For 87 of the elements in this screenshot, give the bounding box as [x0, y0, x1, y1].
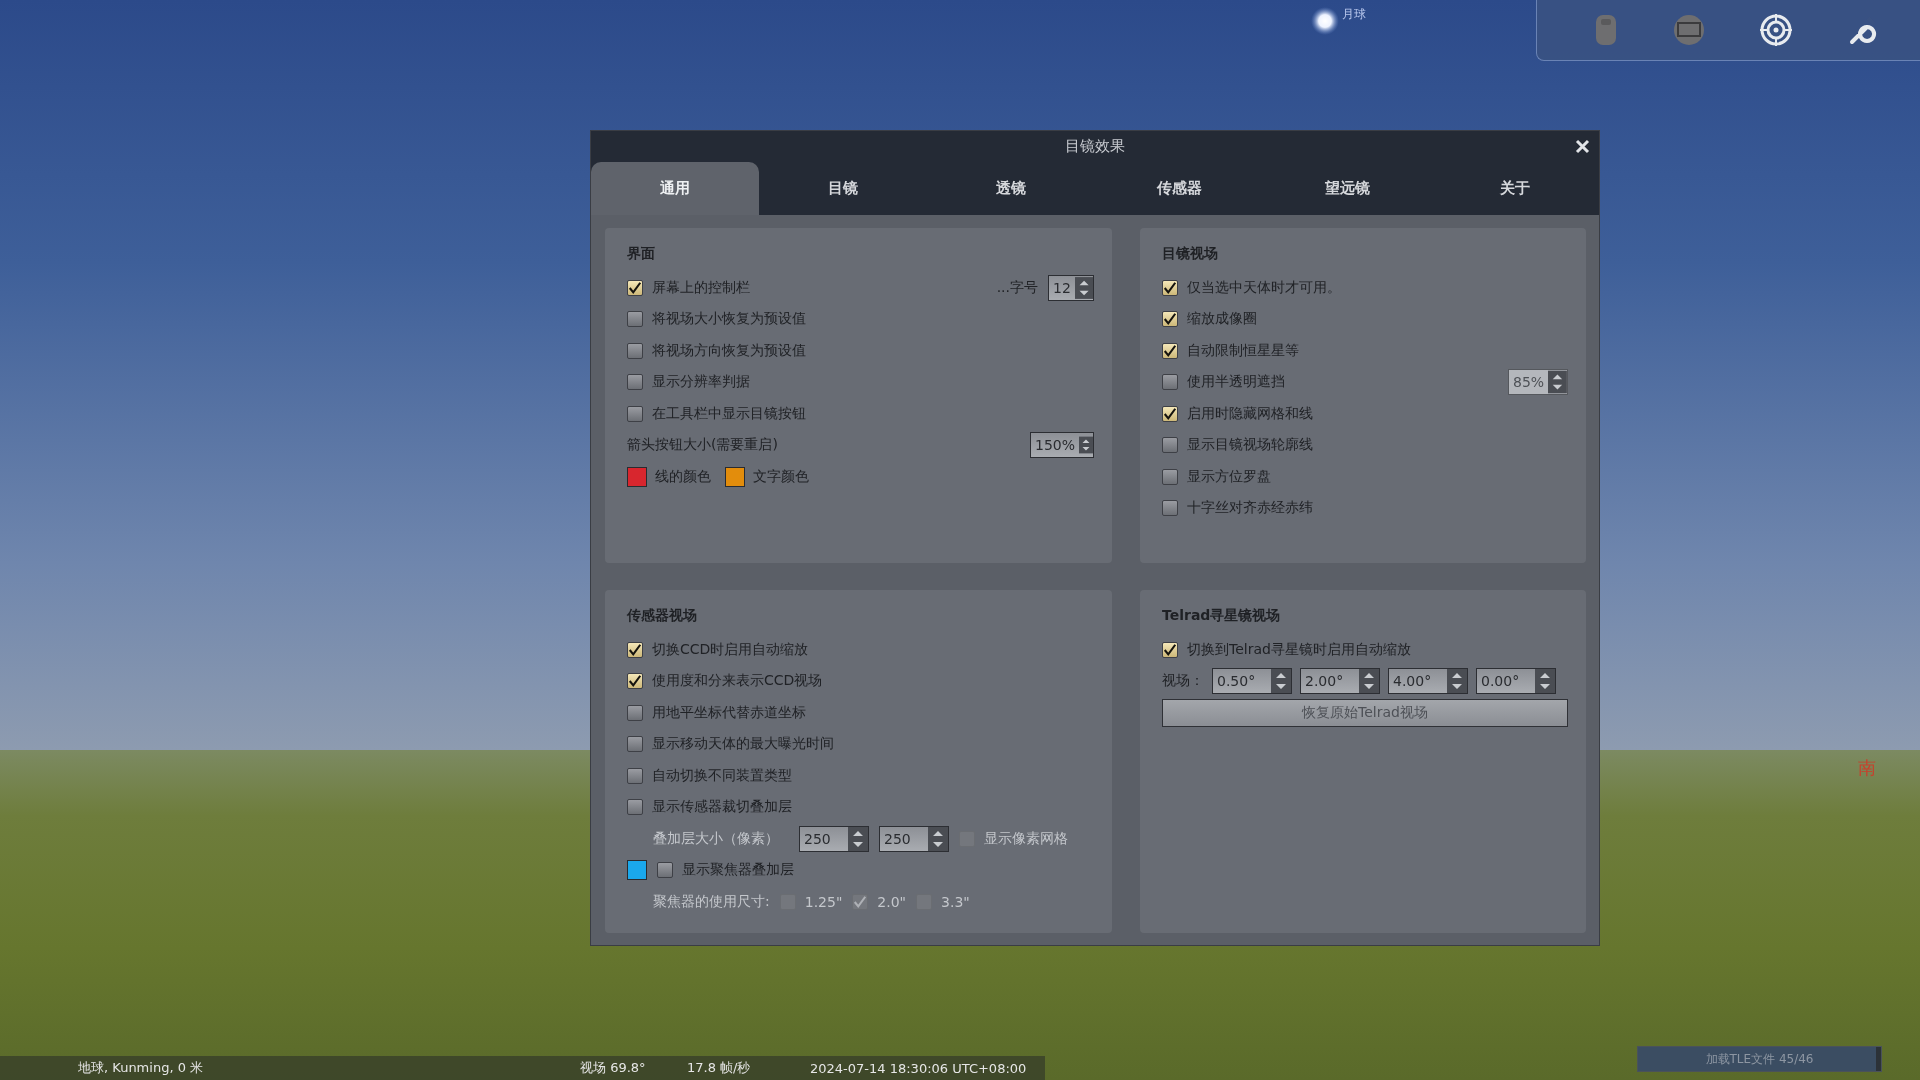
- checkbox-label[interactable]: 在工具栏中显示目镜按钮: [652, 404, 806, 423]
- checkbox[interactable]: [627, 736, 643, 753]
- checkbox[interactable]: [1162, 468, 1178, 485]
- checkbox-label[interactable]: 十字丝对齐赤经赤纬: [1187, 499, 1313, 518]
- checkbox-label[interactable]: 将视场方向恢复为预设值: [652, 341, 806, 360]
- stepper-arrows-icon[interactable]: [1359, 669, 1379, 694]
- stepper-arrows-icon[interactable]: [1074, 275, 1093, 300]
- checkbox-label[interactable]: 使用半透明遮挡: [1187, 373, 1285, 392]
- checkbox[interactable]: [627, 279, 643, 296]
- checkbox[interactable]: [1162, 279, 1178, 296]
- checkbox[interactable]: [657, 862, 673, 879]
- checkbox[interactable]: [1162, 374, 1178, 391]
- close-icon[interactable]: [1575, 139, 1590, 154]
- checkbox-label[interactable]: 切换到Telrad寻星镜时启用自动缩放: [1187, 640, 1411, 659]
- stepper-arrows-icon[interactable]: [1447, 669, 1467, 694]
- tab[interactable]: 望远镜: [1263, 162, 1431, 215]
- checkbox[interactable]: [1162, 311, 1178, 328]
- reset-button[interactable]: 恢复原始Telrad视场: [1162, 698, 1568, 727]
- stepper-arrows-icon[interactable]: [1535, 669, 1555, 694]
- checkbox-label[interactable]: 显示移动天体的最大曝光时间: [652, 735, 834, 754]
- stepper-arrows-icon[interactable]: [1271, 669, 1291, 694]
- checkbox[interactable]: [627, 704, 643, 721]
- checkbox-label[interactable]: 显示聚焦器叠加层: [682, 861, 794, 880]
- target-icon[interactable]: [1760, 14, 1793, 46]
- checkbox[interactable]: [627, 374, 643, 391]
- checkbox-label[interactable]: 显示目镜视场轮廓线: [1187, 436, 1313, 455]
- date-time-text: 2024-07-14 18:30:06 UTC+08:00: [810, 1060, 1027, 1076]
- spin-label: ...字号: [996, 278, 1038, 297]
- checkbox-label[interactable]: 自动切换不同装置类型: [652, 766, 792, 785]
- tab[interactable]: 目镜: [759, 162, 927, 215]
- checkbox-label[interactable]: 启用时隐藏网格和线: [1187, 404, 1313, 423]
- color-label: 线的颜色: [655, 467, 711, 486]
- checkbox[interactable]: [1162, 437, 1178, 454]
- location-text: 地球, Kunming, 0 米: [78, 1059, 204, 1077]
- spin-box[interactable]: 0.00°: [1476, 668, 1556, 695]
- checkbox[interactable]: [1162, 641, 1178, 658]
- color-swatch[interactable]: [627, 466, 647, 487]
- focuser-size-label: 聚焦器的使用尺寸:: [653, 892, 770, 911]
- checkbox[interactable]: [1162, 342, 1178, 359]
- field-of-view-label: 视场：: [1162, 672, 1204, 691]
- checkbox[interactable]: [1162, 405, 1178, 422]
- panel-heading: 目镜视场: [1162, 244, 1219, 263]
- checkbox-label[interactable]: 自动限制恒星星等: [1187, 341, 1299, 360]
- checkbox-label[interactable]: 显示分辨率判据: [652, 373, 750, 392]
- spin-box[interactable]: 150%: [1030, 432, 1094, 459]
- overlay-size-label: 叠加层大小（像素）: [653, 829, 779, 848]
- moon-icon[interactable]: [1310, 6, 1340, 36]
- checkbox[interactable]: [627, 311, 643, 328]
- checkbox-label[interactable]: 仅当选中天体时才可用。: [1187, 278, 1341, 297]
- panel-heading: 界面: [627, 244, 656, 263]
- tab[interactable]: 透镜: [927, 162, 1095, 215]
- spin-box[interactable]: 4.00°: [1388, 668, 1468, 695]
- checkbox[interactable]: [627, 641, 643, 658]
- spin-box[interactable]: 0.50°: [1212, 668, 1292, 695]
- tab[interactable]: 通用: [591, 162, 759, 215]
- checkbox-label[interactable]: 显示传感器裁切叠加层: [652, 798, 792, 817]
- color-swatch[interactable]: [627, 860, 647, 881]
- panel-heading: 传感器视场: [627, 606, 698, 625]
- checkbox[interactable]: [627, 673, 643, 690]
- progress-label: 加载TLE文件 45/46: [1704, 1051, 1815, 1068]
- checkbox-label[interactable]: 用地平坐标代替赤道坐标: [652, 703, 806, 722]
- color-label: 文字颜色: [753, 467, 809, 486]
- checkbox-label[interactable]: 显示方位罗盘: [1187, 467, 1271, 486]
- checkbox-label[interactable]: 切换CCD时启用自动缩放: [652, 640, 809, 659]
- checkbox-label[interactable]: 缩放成像圈: [1187, 310, 1257, 329]
- color-swatch[interactable]: [725, 466, 745, 487]
- spin-label: 箭头按钮大小(需要重启): [627, 436, 778, 455]
- cardinal-direction-label: 南: [1858, 756, 1876, 780]
- stepper-arrows-icon[interactable]: [848, 826, 868, 851]
- tab[interactable]: 传感器: [1095, 162, 1263, 215]
- checkbox[interactable]: [627, 767, 643, 784]
- checkbox[interactable]: [627, 342, 643, 359]
- dialog-title: 目镜效果: [1065, 137, 1125, 156]
- panel-heading: Telrad寻星镜视场: [1162, 606, 1282, 625]
- spin-box[interactable]: 2.00°: [1300, 668, 1380, 695]
- field-of-view-text: 视场 69.8°: [580, 1059, 646, 1077]
- checkbox[interactable]: [1162, 500, 1178, 517]
- checkbox-label[interactable]: 使用度和分来表示CCD视场: [652, 672, 823, 691]
- checkbox-label[interactable]: 将视场大小恢复为预设值: [652, 310, 806, 329]
- moon-label: 月球: [1342, 6, 1366, 23]
- checkbox-label[interactable]: 屏幕上的控制栏: [652, 278, 750, 297]
- checkbox[interactable]: [627, 799, 643, 816]
- frame-rate-text: 17.8 帧/秒: [687, 1059, 751, 1077]
- tab[interactable]: 关于: [1431, 162, 1599, 215]
- stepper-arrows-icon[interactable]: [928, 826, 948, 851]
- spin-box[interactable]: 12: [1048, 274, 1094, 301]
- checkbox[interactable]: [627, 405, 643, 422]
